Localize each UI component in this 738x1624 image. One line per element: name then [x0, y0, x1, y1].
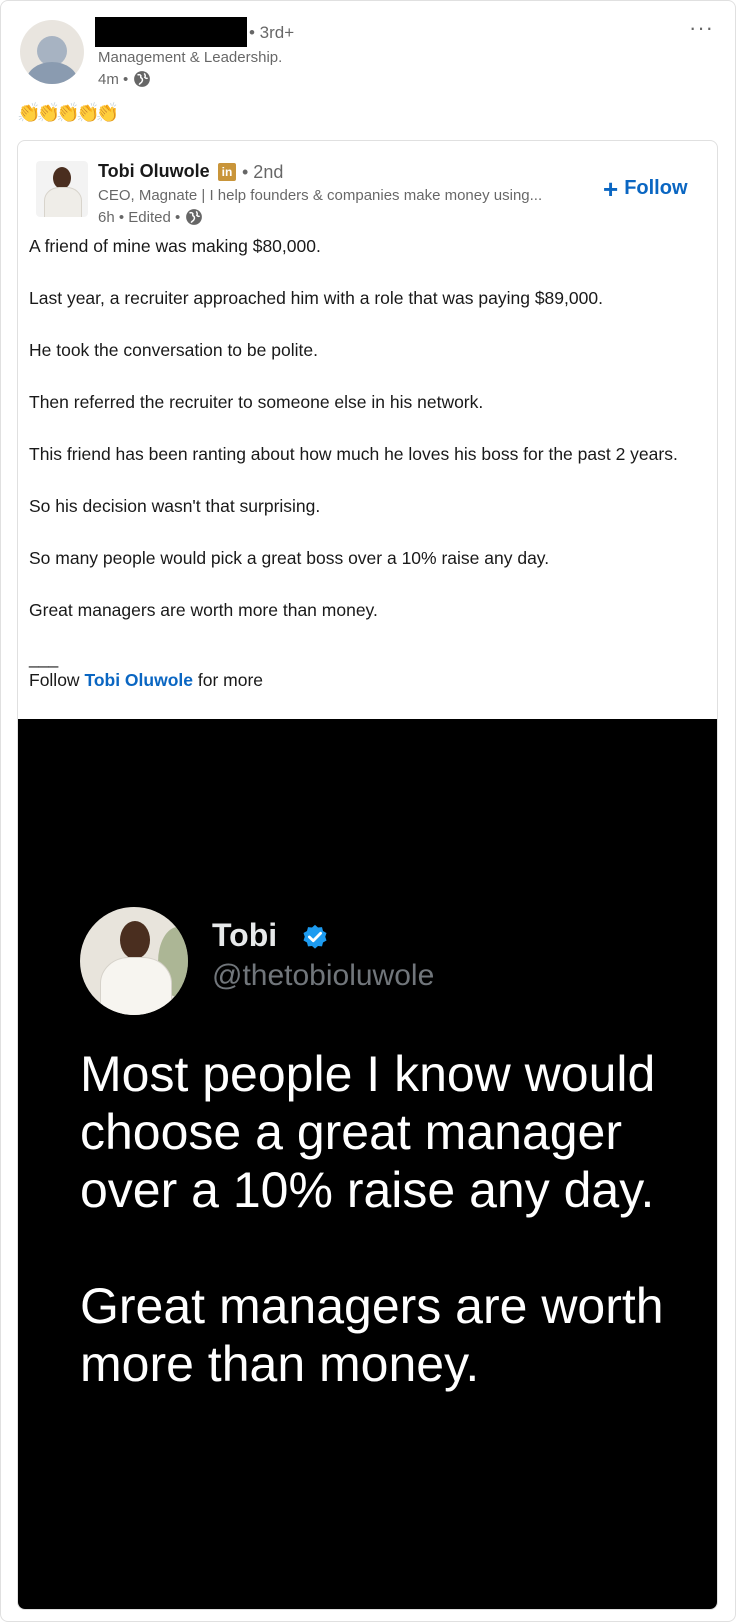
author-mention-link[interactable]: Tobi Oluwole	[84, 670, 193, 690]
post-paragraph: He took the conversation to be polite.	[29, 340, 318, 360]
post-text: A friend of mine was making $80,000. Las…	[29, 233, 699, 693]
reposter-headline: Management & Leadership.	[98, 49, 283, 66]
tweet-text: Most people I know would choose a great …	[80, 1045, 690, 1451]
follow-cta-line: Follow Tobi Oluwole for more	[29, 667, 699, 693]
post-paragraph: Great managers are worth more than money…	[29, 600, 378, 620]
tweet-handle: @thetobioluwole	[212, 959, 435, 992]
follow-cta-suffix: for more	[193, 670, 264, 690]
more-options-icon[interactable]: ···	[689, 15, 714, 41]
tweet-screenshot-image[interactable]: Tobi @thetobioluwole Most people I know …	[18, 719, 717, 1609]
feed-post-card: • 3rd+ Management & Leadership. 4m • ···…	[0, 0, 736, 1622]
post-paragraph: Last year, a recruiter approached him wi…	[29, 288, 603, 308]
reposter-time-text: 4m •	[98, 70, 129, 88]
text-divider: ___	[29, 648, 59, 668]
globe-icon	[134, 71, 151, 87]
tweet-display-name: Tobi	[212, 917, 278, 953]
reposter-timestamp: 4m •	[98, 70, 151, 88]
follow-button[interactable]: + Follow	[603, 173, 688, 204]
reaction-emojis: 👏👏👏👏👏	[17, 103, 119, 124]
follow-cta-prefix: Follow	[29, 670, 85, 690]
post-paragraph: So many people would pick a great boss o…	[29, 548, 550, 568]
author-head-shape	[53, 167, 71, 189]
follow-label: Follow	[624, 177, 688, 199]
author-name[interactable]: Tobi Oluwole	[98, 161, 210, 182]
linkedin-premium-icon: in	[218, 163, 236, 181]
redacted-reposter-name[interactable]	[95, 17, 247, 47]
author-headline: CEO, Magnate | I help founders & compani…	[98, 187, 543, 204]
verified-badge-icon	[303, 924, 327, 949]
post-paragraph: A friend of mine was making $80,000.	[29, 236, 321, 256]
post-paragraph: So his decision wasn't that surprising.	[29, 496, 321, 516]
avatar-shoulders-shape	[26, 62, 78, 84]
author-connection-degree: • 2nd	[242, 162, 284, 182]
tweet-avatar	[80, 907, 188, 1015]
plus-icon: +	[603, 173, 619, 204]
post-timestamp: 6h • Edited •	[98, 208, 203, 226]
post-time-text: 6h • Edited •	[98, 208, 181, 226]
reposter-connection-degree: • 3rd+	[249, 23, 295, 42]
tweet-text-line: Most people I know would choose a great …	[80, 1046, 656, 1218]
avatar-head-shape	[120, 921, 150, 959]
author-body-shape	[44, 187, 82, 217]
author-avatar[interactable]	[36, 161, 88, 217]
avatar-body-shape	[100, 957, 172, 1015]
post-paragraph: This friend has been ranting about how m…	[29, 444, 678, 464]
post-paragraph: Then referred the recruiter to someone e…	[29, 392, 484, 412]
globe-icon	[186, 209, 203, 225]
tweet-text-line: Great managers are worth more than money…	[80, 1278, 664, 1392]
reposter-avatar[interactable]	[20, 20, 84, 84]
shared-post-card[interactable]: Tobi Oluwole in • 2nd CEO, Magnate | I h…	[17, 140, 718, 1610]
